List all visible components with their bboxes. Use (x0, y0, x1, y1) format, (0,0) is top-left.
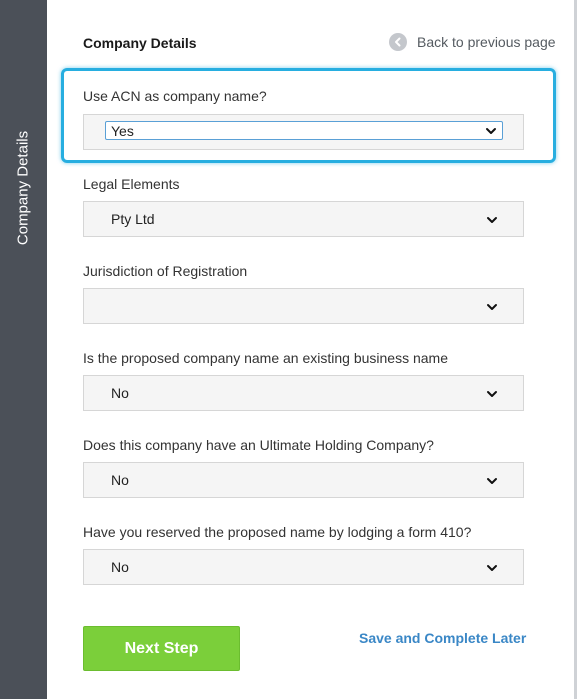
next-step-button[interactable]: Next Step (83, 626, 240, 671)
back-link-label: Back to previous page (417, 34, 556, 50)
back-to-previous-page-link[interactable]: Back to previous page (389, 33, 556, 51)
chevron-down-icon (487, 217, 497, 223)
chevron-down-icon (486, 128, 496, 134)
acn-as-name-value: Yes (111, 123, 134, 139)
chevron-down-icon (487, 478, 497, 484)
acn-as-name-dropdown[interactable]: Yes (105, 121, 503, 140)
chevron-down-icon (487, 391, 497, 397)
legal-elements-select[interactable]: Pty Ltd (83, 201, 524, 237)
existing-business-name-label: Is the proposed company name an existing… (83, 350, 448, 366)
existing-business-name-select[interactable]: No (83, 375, 524, 411)
jurisdiction-label: Jurisdiction of Registration (83, 263, 248, 279)
arrow-left-circle-icon (389, 33, 407, 51)
sidebar: Company Details (0, 0, 47, 699)
ultimate-holding-company-value: No (111, 472, 129, 488)
legal-elements-value: Pty Ltd (111, 211, 155, 227)
legal-elements-label: Legal Elements (83, 176, 180, 192)
page-title: Company Details (83, 35, 197, 51)
company-details-page: Company Details Company Details Back to … (0, 0, 577, 699)
reserved-name-form410-select[interactable]: No (83, 549, 524, 585)
acn-as-name-label: Use ACN as company name? (83, 88, 267, 104)
jurisdiction-select[interactable] (83, 288, 524, 324)
chevron-down-icon (487, 565, 497, 571)
chevron-down-icon (487, 304, 497, 310)
ultimate-holding-company-select[interactable]: No (83, 462, 524, 498)
existing-business-name-value: No (111, 385, 129, 401)
reserved-name-form410-label: Have you reserved the proposed name by l… (83, 524, 472, 540)
save-and-complete-later-link[interactable]: Save and Complete Later (359, 630, 526, 646)
reserved-name-form410-value: No (111, 559, 129, 575)
acn-as-name-select[interactable]: Yes (83, 114, 524, 150)
ultimate-holding-company-label: Does this company have an Ultimate Holdi… (83, 437, 434, 453)
sidebar-tab-label: Company Details (14, 130, 32, 246)
